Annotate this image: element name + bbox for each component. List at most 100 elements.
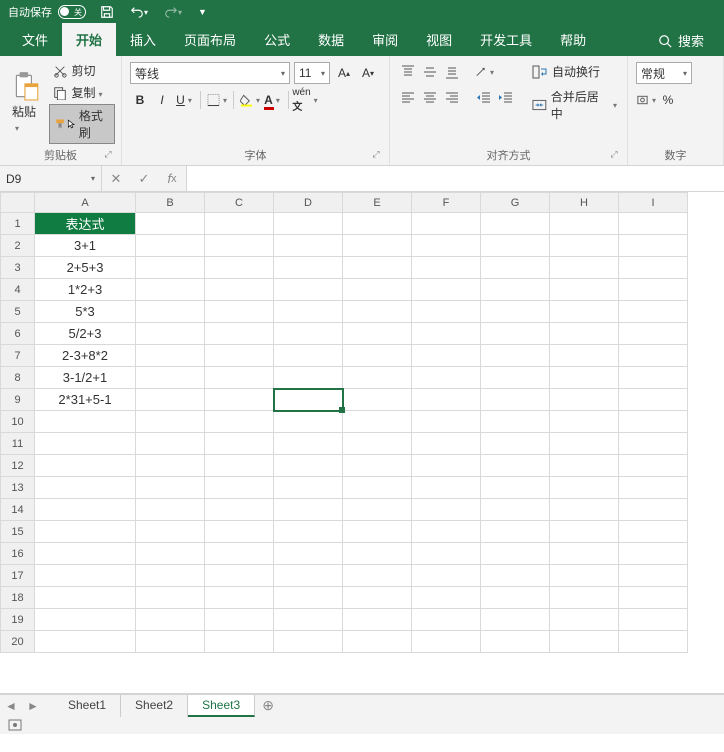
cell-H17[interactable] — [550, 565, 619, 587]
cell-A8[interactable]: 3-1/2+1 — [35, 367, 136, 389]
row-header-16[interactable]: 16 — [1, 543, 35, 565]
cell-A13[interactable] — [35, 477, 136, 499]
cell-H20[interactable] — [550, 631, 619, 653]
cell-C11[interactable] — [205, 433, 274, 455]
cell-B13[interactable] — [136, 477, 205, 499]
cell-I3[interactable] — [619, 257, 688, 279]
align-right-icon[interactable] — [442, 88, 462, 108]
cell-D12[interactable] — [274, 455, 343, 477]
cell-B3[interactable] — [136, 257, 205, 279]
tab-插入[interactable]: 插入 — [116, 23, 170, 56]
cell-G14[interactable] — [481, 499, 550, 521]
row-header-8[interactable]: 8 — [1, 367, 35, 389]
cell-F11[interactable] — [412, 433, 481, 455]
fill-color-button[interactable] — [240, 90, 260, 110]
cell-I18[interactable] — [619, 587, 688, 609]
row-header-15[interactable]: 15 — [1, 521, 35, 543]
cell-C10[interactable] — [205, 411, 274, 433]
orientation-icon[interactable] — [474, 62, 494, 82]
cell-E19[interactable] — [343, 609, 412, 631]
cell-E5[interactable] — [343, 301, 412, 323]
cell-B10[interactable] — [136, 411, 205, 433]
sheet-tab-Sheet2[interactable]: Sheet2 — [121, 695, 188, 717]
cell-A20[interactable] — [35, 631, 136, 653]
add-sheet-button[interactable]: ⊕ — [255, 697, 281, 714]
cell-I9[interactable] — [619, 389, 688, 411]
cell-F4[interactable] — [412, 279, 481, 301]
cell-D20[interactable] — [274, 631, 343, 653]
tab-文件[interactable]: 文件 — [8, 23, 62, 56]
cell-B1[interactable] — [136, 213, 205, 235]
cell-D6[interactable] — [274, 323, 343, 345]
cell-G17[interactable] — [481, 565, 550, 587]
merge-center-button[interactable]: 合并后居中 — [528, 85, 621, 125]
tab-视图[interactable]: 视图 — [412, 23, 466, 56]
decrease-font-icon[interactable]: A▾ — [358, 63, 378, 83]
cell-D11[interactable] — [274, 433, 343, 455]
wrap-text-button[interactable]: 自动换行 — [528, 60, 621, 83]
cell-C20[interactable] — [205, 631, 274, 653]
cell-B17[interactable] — [136, 565, 205, 587]
cell-H13[interactable] — [550, 477, 619, 499]
cell-F16[interactable] — [412, 543, 481, 565]
cell-C15[interactable] — [205, 521, 274, 543]
font-name-combo[interactable]: 等线▾ — [130, 62, 290, 84]
sheet-tab-Sheet1[interactable]: Sheet1 — [54, 695, 121, 717]
align-launcher-icon[interactable]: ⤢ — [607, 149, 621, 163]
cell-A15[interactable] — [35, 521, 136, 543]
cell-D18[interactable] — [274, 587, 343, 609]
cell-I4[interactable] — [619, 279, 688, 301]
row-header-3[interactable]: 3 — [1, 257, 35, 279]
cell-A6[interactable]: 5/2+3 — [35, 323, 136, 345]
align-bottom-icon[interactable] — [442, 62, 462, 82]
cell-I20[interactable] — [619, 631, 688, 653]
cell-G4[interactable] — [481, 279, 550, 301]
cell-A7[interactable]: 2-3+8*2 — [35, 345, 136, 367]
name-box[interactable]: D9▾ — [0, 166, 102, 191]
row-header-19[interactable]: 19 — [1, 609, 35, 631]
col-header-E[interactable]: E — [343, 193, 412, 213]
cell-D1[interactable] — [274, 213, 343, 235]
cell-G9[interactable] — [481, 389, 550, 411]
cell-G10[interactable] — [481, 411, 550, 433]
cell-B15[interactable] — [136, 521, 205, 543]
cell-C14[interactable] — [205, 499, 274, 521]
row-header-18[interactable]: 18 — [1, 587, 35, 609]
cell-B16[interactable] — [136, 543, 205, 565]
cell-I17[interactable] — [619, 565, 688, 587]
align-top-icon[interactable] — [398, 62, 418, 82]
redo-icon[interactable]: ▾ — [162, 3, 184, 21]
cut-button[interactable]: 剪切 — [49, 60, 115, 81]
cell-G20[interactable] — [481, 631, 550, 653]
cell-E2[interactable] — [343, 235, 412, 257]
cell-A17[interactable] — [35, 565, 136, 587]
cell-B4[interactable] — [136, 279, 205, 301]
fx-icon[interactable]: fx — [158, 171, 186, 186]
cell-A1[interactable]: 表达式 — [35, 213, 136, 235]
cell-H18[interactable] — [550, 587, 619, 609]
cell-H8[interactable] — [550, 367, 619, 389]
undo-icon[interactable]: ▾ — [128, 3, 150, 21]
row-header-11[interactable]: 11 — [1, 433, 35, 455]
cell-H3[interactable] — [550, 257, 619, 279]
cell-I11[interactable] — [619, 433, 688, 455]
align-center-icon[interactable] — [420, 88, 440, 108]
cell-D19[interactable] — [274, 609, 343, 631]
row-header-4[interactable]: 4 — [1, 279, 35, 301]
cell-E8[interactable] — [343, 367, 412, 389]
cell-C18[interactable] — [205, 587, 274, 609]
tab-开发工具[interactable]: 开发工具 — [466, 23, 546, 56]
cell-C17[interactable] — [205, 565, 274, 587]
cell-A3[interactable]: 2+5+3 — [35, 257, 136, 279]
cell-H12[interactable] — [550, 455, 619, 477]
autosave-toggle[interactable]: 自动保存 关 — [8, 4, 86, 20]
font-launcher-icon[interactable]: ⤢ — [369, 149, 383, 163]
cell-D7[interactable] — [274, 345, 343, 367]
cell-D5[interactable] — [274, 301, 343, 323]
cell-B11[interactable] — [136, 433, 205, 455]
cell-D9[interactable] — [274, 389, 343, 411]
tab-审阅[interactable]: 审阅 — [358, 23, 412, 56]
cell-F6[interactable] — [412, 323, 481, 345]
cell-A19[interactable] — [35, 609, 136, 631]
cell-B14[interactable] — [136, 499, 205, 521]
